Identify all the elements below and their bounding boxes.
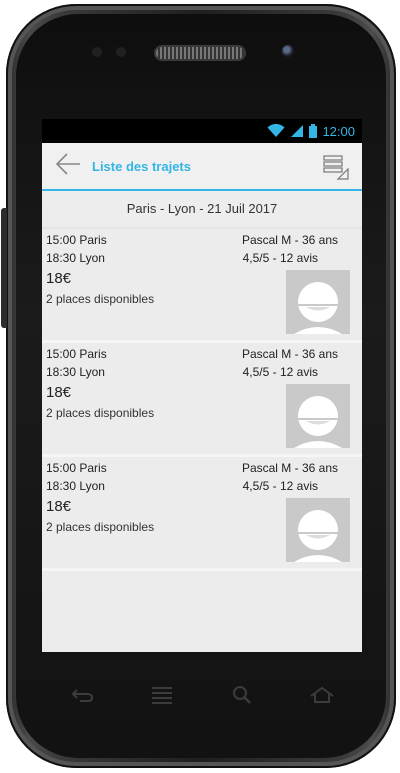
driver-info: Pascal M - 36 ans xyxy=(241,233,338,247)
trip-departure: 15:00 Paris xyxy=(46,233,107,247)
trip-seats: 2 places disponibles xyxy=(46,406,155,420)
screen: 12:00 Liste des trajets Paris - Lyon - 2… xyxy=(42,119,362,652)
trip-departure: 15:00 Paris xyxy=(46,347,107,361)
route-header: Paris - Lyon - 21 Juil 2017 xyxy=(42,191,362,229)
menu-key[interactable] xyxy=(147,682,177,712)
proximity-sensor xyxy=(92,47,102,57)
trip-item[interactable]: 15:00 Paris 18:30 Lyon 18€ 2 places disp… xyxy=(42,229,362,343)
front-camera xyxy=(282,45,294,57)
volume-button xyxy=(1,208,7,328)
back-button[interactable] xyxy=(48,143,88,189)
menu-key-icon xyxy=(151,685,173,710)
list-menu-icon xyxy=(322,155,350,185)
home-key[interactable] xyxy=(307,682,337,712)
avatar-placeholder-icon xyxy=(286,384,350,448)
trip-item[interactable]: 15:00 Paris 18:30 Lyon 18€ 2 places disp… xyxy=(42,457,362,571)
trip-arrival: 18:30 Lyon xyxy=(46,479,105,493)
light-sensor xyxy=(116,47,126,57)
back-arrow-icon xyxy=(55,152,81,181)
driver-info: Pascal M - 36 ans xyxy=(241,347,338,361)
search-key[interactable] xyxy=(227,682,257,712)
page-title: Liste des trajets xyxy=(92,158,191,174)
trip-arrival: 18:30 Lyon xyxy=(46,365,105,379)
driver-info: Pascal M - 36 ans xyxy=(241,461,338,475)
avatar-placeholder-icon xyxy=(286,270,350,334)
avatar-placeholder-icon xyxy=(286,498,350,562)
trip-price: 18€ xyxy=(46,498,72,515)
trip-item[interactable]: 15:00 Paris 18:30 Lyon 18€ 2 places disp… xyxy=(42,343,362,457)
action-bar: Liste des trajets xyxy=(42,143,362,191)
trip-seats: 2 places disponibles xyxy=(46,292,155,306)
list-menu-button[interactable] xyxy=(322,153,350,181)
trip-arrival: 18:30 Lyon xyxy=(46,251,105,265)
trip-price: 18€ xyxy=(46,270,72,287)
system-nav-bar xyxy=(42,672,362,722)
driver-rating: 4,5/5 - 12 avis xyxy=(242,251,318,265)
earpiece-speaker xyxy=(156,47,244,59)
trip-departure: 15:00 Paris xyxy=(46,461,107,475)
back-key[interactable] xyxy=(67,682,97,712)
search-key-icon xyxy=(232,685,252,710)
trip-price: 18€ xyxy=(46,384,72,401)
trip-seats: 2 places disponibles xyxy=(46,520,155,534)
driver-rating: 4,5/5 - 12 avis xyxy=(242,479,318,493)
status-time: 12:00 xyxy=(322,123,355,139)
back-key-icon xyxy=(70,686,94,709)
home-key-icon xyxy=(309,686,335,709)
signal-icon xyxy=(290,124,304,138)
wifi-icon xyxy=(267,124,285,138)
driver-rating: 4,5/5 - 12 avis xyxy=(242,365,318,379)
status-bar: 12:00 xyxy=(42,119,362,143)
battery-icon xyxy=(309,124,318,138)
